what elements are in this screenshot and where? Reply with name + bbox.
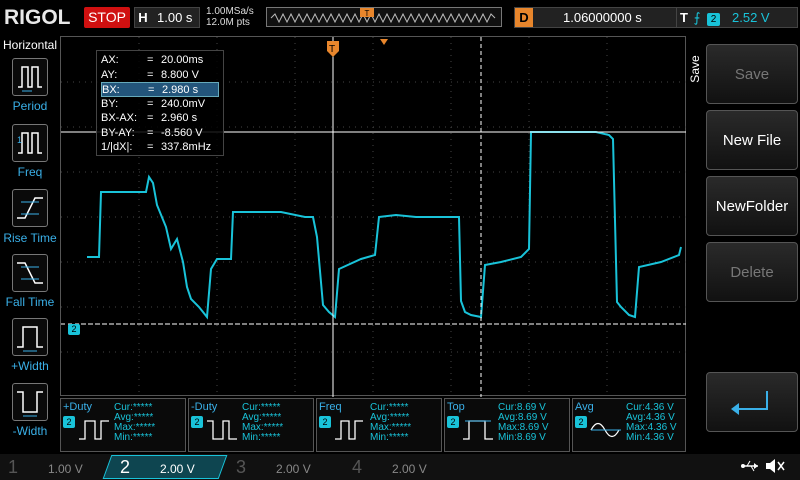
rise-time-label: Rise Time	[3, 231, 57, 245]
pos-duty-icon	[79, 420, 109, 440]
timebase-value: 1.00 s	[157, 10, 193, 25]
measure-channel-badge: 2	[575, 416, 587, 428]
cursor-row-by-ay: BY-AY: = -8.560 V	[101, 126, 203, 139]
pos-width-label: +Width	[11, 359, 49, 373]
sample-rate: 1.00MSa/s	[206, 6, 254, 17]
cursor-row-ay: AY: = 8.800 V	[101, 68, 199, 81]
measure-title: Freq	[319, 401, 342, 413]
delay-box[interactable]: D 1.06000000 s	[514, 7, 696, 28]
measure-title: Top	[447, 401, 465, 413]
measure-channel-badge: 2	[63, 416, 75, 428]
trigger-level: 2.52 V	[732, 10, 770, 25]
memory-position-strip[interactable]: T	[266, 7, 502, 27]
period-icon	[18, 66, 42, 92]
measure-channel-badge: 2	[447, 416, 459, 428]
memory-depth: 12.0M pts	[206, 17, 250, 28]
pos-width-button[interactable]	[12, 318, 48, 356]
svg-text:1: 1	[17, 135, 22, 145]
channel2-number: 2	[119, 457, 130, 477]
measure-neg-duty[interactable]: -Duty 2 Cur:***** Avg:***** Max:***** Min:*…	[188, 398, 314, 452]
sample-info: 1.00MSa/s 12.0M pts	[206, 6, 254, 28]
cursor-row-bx-ax: BX-AX: = 2.960 s	[101, 112, 198, 124]
waveform-overview-icon: T	[270, 8, 496, 24]
cursor-row-by: BY: = 240.0mV	[101, 97, 206, 110]
cursor-row-inv-dx: 1/|dX|: = 337.8mHz	[101, 141, 212, 153]
neg-width-icon	[17, 391, 43, 417]
measure-channel-badge: 2	[319, 416, 331, 428]
trigger-marker-label: T	[328, 44, 336, 55]
cursor-row-bx-selected: BX: = 2.980 s	[101, 82, 219, 97]
channel4-scale: 2.00 V	[392, 462, 427, 476]
avg-measure-icon	[590, 422, 621, 438]
period-button[interactable]	[12, 58, 48, 96]
fall-time-icon	[17, 262, 43, 284]
rise-time-icon	[17, 197, 43, 219]
rise-time-button[interactable]	[12, 189, 48, 227]
period-label: Period	[12, 99, 48, 113]
save-section-label: Save	[688, 55, 702, 83]
channel1-tab[interactable]: 1 1.00 V	[4, 456, 104, 478]
freq-icon: 1	[17, 132, 42, 154]
measure-title: Avg	[575, 401, 594, 413]
new-folder-button[interactable]: NewFolder	[706, 176, 798, 236]
pos-width-icon	[17, 326, 43, 352]
mute-speaker-icon[interactable]	[764, 458, 786, 474]
return-button[interactable]	[706, 372, 798, 432]
timebase-box[interactable]: H 1.00 s	[134, 7, 200, 28]
channel4-number: 4	[351, 457, 362, 477]
return-arrow-icon	[731, 391, 768, 415]
neg-width-button[interactable]	[12, 383, 48, 421]
freq-label: Freq	[17, 165, 43, 179]
channel1-scale: 1.00 V	[48, 462, 83, 476]
trigger-slope-icon: ⨍	[693, 10, 701, 25]
measure-title: +Duty	[63, 401, 93, 413]
channel3-scale: 2.00 V	[276, 462, 311, 476]
run-stop-button[interactable]: STOP	[84, 7, 130, 28]
measure-channel-badge: 2	[191, 416, 203, 428]
trigger-channel-badge: 2	[707, 13, 720, 26]
delete-button[interactable]: Delete	[706, 242, 798, 302]
freq-button[interactable]: 1	[12, 124, 48, 162]
usb-icon	[740, 458, 760, 474]
fall-time-button[interactable]	[12, 254, 48, 292]
channel4-tab[interactable]: 4 2.00 V	[348, 456, 452, 478]
measure-title: -Duty	[191, 401, 218, 413]
trigger-key: T	[680, 10, 688, 25]
top-measure-icon	[463, 420, 493, 440]
fall-time-label: Fall Time	[5, 295, 55, 309]
neg-width-label: -Width	[12, 424, 48, 438]
timebase-key: H	[138, 10, 148, 25]
save-section: Save	[688, 40, 702, 100]
freq-measure-icon	[335, 420, 363, 440]
channel2-ground-marker[interactable]: 2	[68, 324, 80, 335]
delay-value: 1.06000000 s	[563, 10, 642, 25]
brand-logo: RIGOL	[4, 6, 71, 29]
channel1-number: 1	[7, 457, 18, 477]
channel2-scale: 2.00 V	[160, 462, 195, 476]
horizontal-menu-title: Horizontal	[2, 38, 58, 52]
trigger-box[interactable]: T ⨍ 2 2.52 V	[676, 7, 798, 28]
cursor-info-panel: AX: = 20.00ms AY: = 8.800 V BX: = 2.980 s BY: =…	[96, 50, 224, 156]
save-button[interactable]: Save	[706, 44, 798, 104]
measure-pos-duty[interactable]: +Duty 2 Cur:***** Avg:***** Max:***** Min:*…	[60, 398, 186, 452]
channel3-tab[interactable]: 3 2.00 V	[232, 456, 336, 478]
delay-key: D	[515, 8, 533, 27]
channel3-number: 3	[235, 457, 246, 477]
channel2-tab[interactable]: 2 2.00 V	[116, 456, 220, 478]
measure-avg[interactable]: Avg 2 Cur:4.36 V Avg:4.36 V Max:4.36 V Min:…	[572, 398, 686, 452]
cursor-row-ax: AX: = 20.00ms	[101, 54, 204, 66]
measure-freq[interactable]: Freq 2 Cur:***** Avg:***** Max:***** Min:**…	[316, 398, 442, 452]
neg-duty-icon	[207, 420, 237, 440]
measure-top[interactable]: Top 2 Cur:8.69 V Avg:8.69 V Max:8.69 V Min:…	[444, 398, 570, 452]
delay-position-marker	[380, 39, 388, 45]
channel2-trace	[87, 131, 682, 320]
svg-text:T: T	[365, 9, 370, 18]
new-file-button[interactable]: New File	[706, 110, 798, 170]
